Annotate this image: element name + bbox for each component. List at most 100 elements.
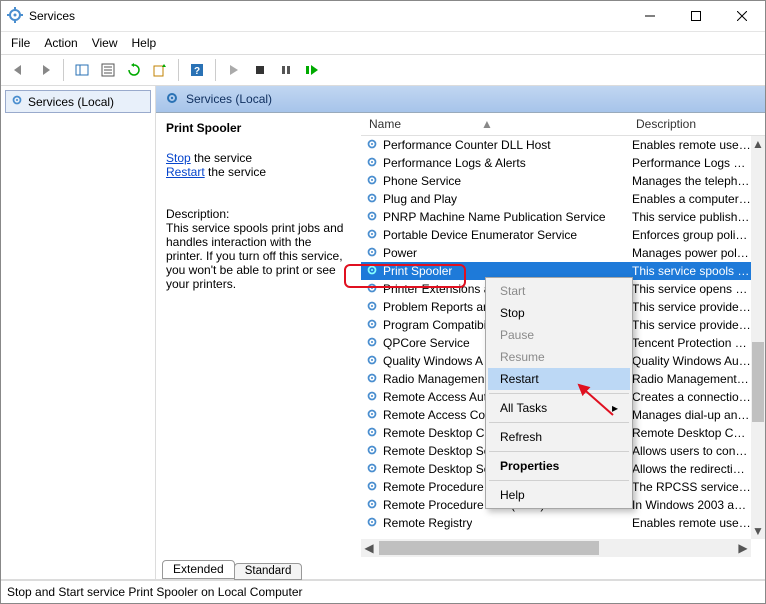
maximize-button[interactable] xyxy=(673,1,719,31)
service-name: Performance Counter DLL Host xyxy=(383,138,551,152)
result-pane: Services (Local) Print Spooler Stop the … xyxy=(156,86,765,579)
service-name: Portable Device Enumerator Service xyxy=(383,228,577,242)
ctx-refresh[interactable]: Refresh xyxy=(488,426,630,448)
restart-service-link[interactable]: Restart xyxy=(166,165,205,179)
tab-extended[interactable]: Extended xyxy=(162,560,235,579)
chevron-right-icon: ▸ xyxy=(612,401,618,415)
ctx-resume: Resume xyxy=(488,346,630,368)
refresh-button[interactable] xyxy=(122,58,146,82)
scroll-left-icon[interactable]: ◀ xyxy=(361,539,377,557)
ctx-restart[interactable]: Restart xyxy=(488,368,630,390)
ctx-properties[interactable]: Properties xyxy=(488,455,630,477)
service-description: Tencent Protection Ser... xyxy=(628,336,751,350)
extended-detail-pane: Print Spooler Stop the service Restart t… xyxy=(156,113,361,557)
menu-file[interactable]: File xyxy=(11,36,30,50)
ctx-start: Start xyxy=(488,280,630,302)
gear-icon xyxy=(365,245,379,262)
service-row[interactable]: Phone ServiceManages the telephon... xyxy=(361,172,765,190)
service-name: Quality Windows A xyxy=(383,354,483,368)
restart-service-button[interactable] xyxy=(300,58,324,82)
gear-icon xyxy=(365,263,379,280)
gear-icon xyxy=(365,191,379,208)
help-button[interactable]: ? xyxy=(185,58,209,82)
show-hide-tree-button[interactable] xyxy=(70,58,94,82)
service-row[interactable]: Plug and PlayEnables a computer to ... xyxy=(361,190,765,208)
service-description: Manages the telephon... xyxy=(628,174,751,188)
service-name: Remote Desktop Se xyxy=(383,444,490,458)
service-description: This service opens cust... xyxy=(628,282,751,296)
column-name[interactable]: Name ▲ xyxy=(361,117,632,131)
menu-help[interactable]: Help xyxy=(132,36,157,50)
scroll-down-icon[interactable]: ▼ xyxy=(751,523,765,539)
service-name: Remote Procedure xyxy=(383,480,484,494)
gear-icon xyxy=(365,317,379,334)
gear-icon xyxy=(10,93,24,110)
service-description: This service spools prin... xyxy=(628,264,751,278)
service-name: Power xyxy=(383,246,417,260)
tree-root-node[interactable]: Services (Local) xyxy=(5,90,151,113)
back-button[interactable] xyxy=(7,58,31,82)
service-name: Radio Managemen xyxy=(383,372,484,386)
menubar: File Action View Help xyxy=(1,32,765,55)
ctx-help[interactable]: Help xyxy=(488,484,630,506)
selected-service-title: Print Spooler xyxy=(166,121,351,135)
stop-service-link[interactable]: Stop xyxy=(166,151,191,165)
minimize-button[interactable] xyxy=(627,1,673,31)
close-button[interactable] xyxy=(719,1,765,31)
vertical-scrollbar[interactable]: ▲ ▼ xyxy=(751,136,765,539)
gear-icon xyxy=(365,407,379,424)
service-name: Remote Desktop C xyxy=(383,426,484,440)
column-description[interactable]: Description xyxy=(632,117,751,131)
export-button[interactable] xyxy=(148,58,172,82)
tab-standard[interactable]: Standard xyxy=(234,563,303,580)
window-title: Services xyxy=(29,9,75,23)
service-name: Remote Access Co xyxy=(383,408,485,422)
gear-icon xyxy=(365,335,379,352)
service-row[interactable]: Performance Logs & Alerts Performance Log… xyxy=(361,154,765,172)
gear-icon xyxy=(365,515,379,532)
hscroll-thumb[interactable] xyxy=(379,541,599,555)
gear-icon xyxy=(365,479,379,496)
gear-icon xyxy=(365,209,379,226)
scroll-thumb[interactable] xyxy=(752,342,764,422)
gear-icon xyxy=(164,90,180,109)
toolbar: ? xyxy=(1,55,765,86)
gear-icon xyxy=(365,371,379,388)
tree-root-label: Services (Local) xyxy=(28,95,114,109)
start-service-button[interactable] xyxy=(222,58,246,82)
service-row[interactable]: Remote RegistryEnables remote users t... xyxy=(361,514,765,532)
forward-button[interactable] xyxy=(33,58,57,82)
app-icon xyxy=(7,7,23,26)
service-name: Performance Logs & Alerts xyxy=(383,156,526,170)
services-window: Services File Action View Help ? xyxy=(0,0,766,604)
svg-text:?: ? xyxy=(194,66,200,77)
service-name: Program Compatibi xyxy=(383,318,486,332)
gear-icon xyxy=(365,461,379,478)
horizontal-scrollbar[interactable]: ◀ ▶ xyxy=(361,539,751,557)
description-text: This service spools print jobs and handl… xyxy=(166,221,351,291)
service-row[interactable]: Power Manages power policy ... xyxy=(361,244,765,262)
pause-service-button[interactable] xyxy=(274,58,298,82)
menu-view[interactable]: View xyxy=(92,36,118,50)
menu-action[interactable]: Action xyxy=(44,36,77,50)
column-headers: Name ▲ Description xyxy=(361,113,765,136)
gear-icon xyxy=(365,443,379,460)
service-description: This service provides s... xyxy=(628,300,751,314)
service-row[interactable]: Portable Device Enumerator ServiceEnforc… xyxy=(361,226,765,244)
service-description: Performance Logs and... xyxy=(628,156,751,170)
service-description: Manages power policy ... xyxy=(628,246,751,260)
gear-icon xyxy=(365,425,379,442)
ctx-stop[interactable]: Stop xyxy=(488,302,630,324)
service-row[interactable]: PNRP Machine Name Publication ServiceThi… xyxy=(361,208,765,226)
scroll-up-icon[interactable]: ▲ xyxy=(751,136,765,152)
service-row[interactable]: Performance Counter DLL HostEnables remo… xyxy=(361,136,765,154)
service-description: This service publishes ... xyxy=(628,210,751,224)
service-description: Creates a connection t... xyxy=(628,390,751,404)
stop-service-button[interactable] xyxy=(248,58,272,82)
service-name: Remote Desktop Se xyxy=(383,462,490,476)
gear-icon xyxy=(365,497,379,514)
scroll-right-icon[interactable]: ▶ xyxy=(735,539,751,557)
ctx-all-tasks[interactable]: All Tasks▸ xyxy=(488,397,630,419)
properties-button[interactable] xyxy=(96,58,120,82)
gear-icon xyxy=(365,353,379,370)
